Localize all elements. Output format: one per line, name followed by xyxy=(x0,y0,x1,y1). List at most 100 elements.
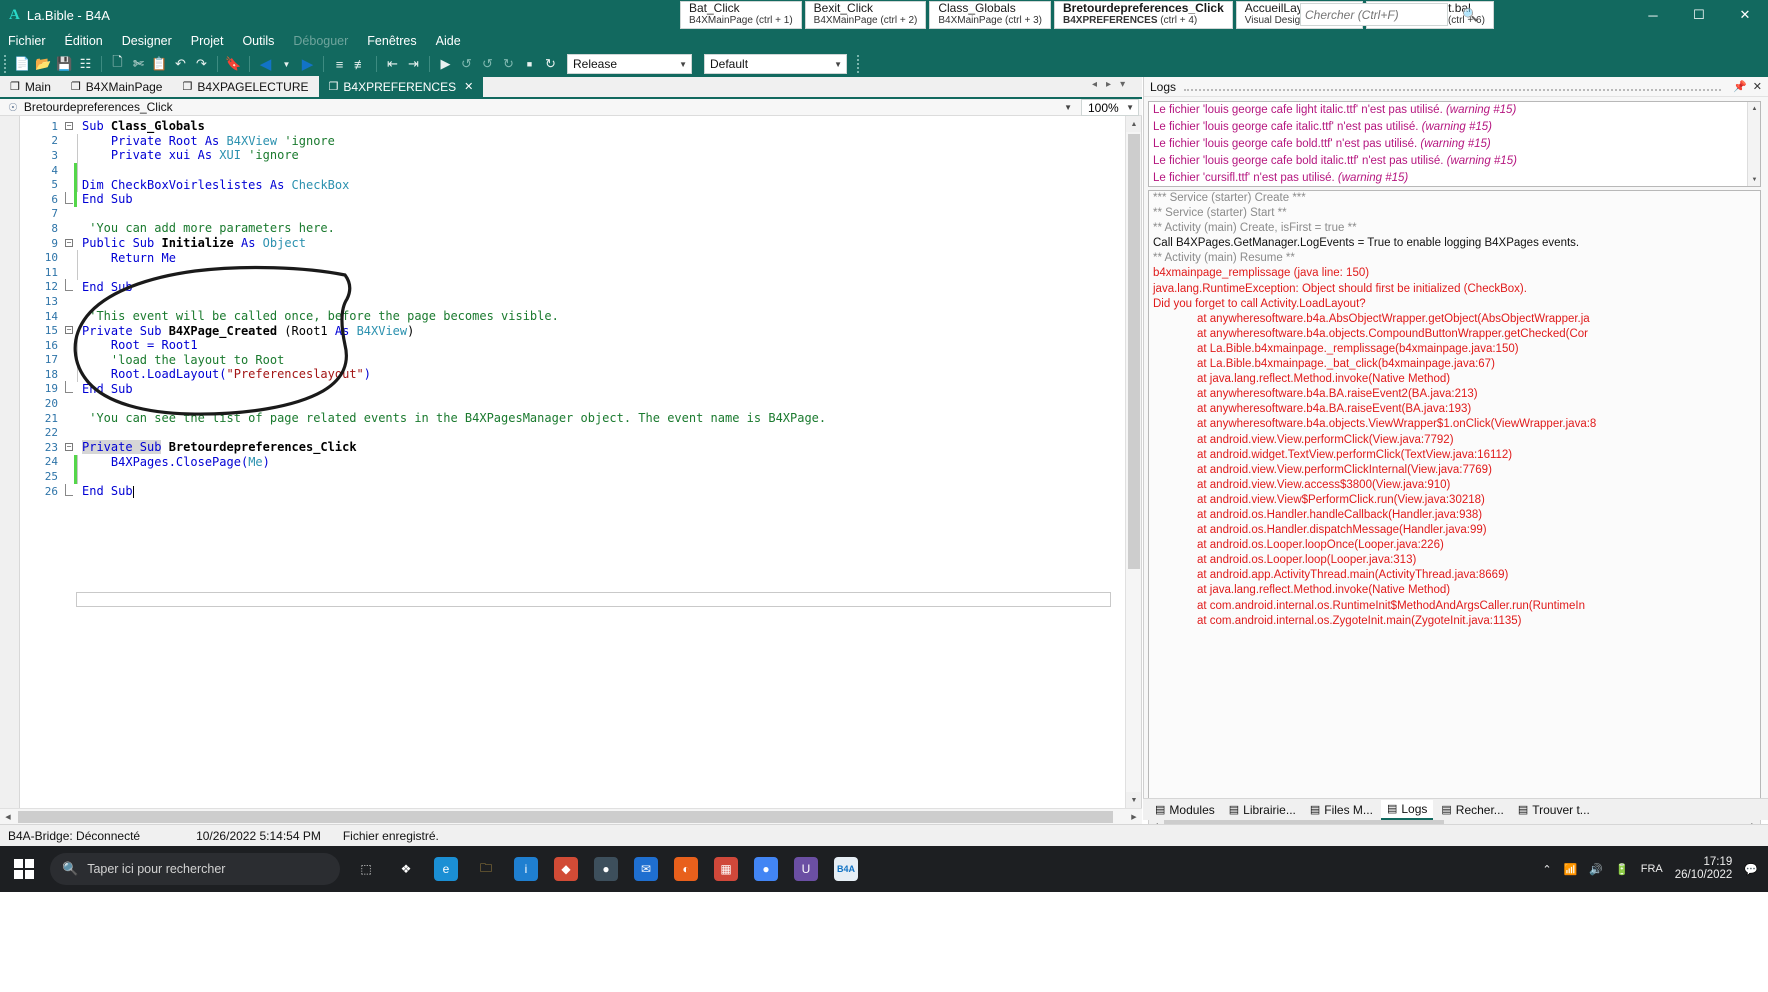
code-line[interactable]: 13 xyxy=(20,294,1111,309)
tray-chevron-icon[interactable]: ⌃ xyxy=(1542,863,1551,876)
toolbar-overflow[interactable] xyxy=(857,55,862,73)
code-line[interactable]: 4 xyxy=(20,163,1111,178)
save-icon[interactable]: 💾 xyxy=(55,54,74,74)
code-line[interactable]: 5 Dim CheckBoxVoirleslistes As CheckBox xyxy=(20,177,1111,192)
notification-icon[interactable]: 💬 xyxy=(1744,863,1758,876)
fold-collapse-icon[interactable]: − xyxy=(64,122,74,131)
code-lines[interactable]: 1−Sub Class_Globals2 Private Root As B4X… xyxy=(20,119,1111,808)
code-line[interactable]: 17 'load the layout to Root xyxy=(20,353,1111,368)
log-output-list[interactable]: *** Service (starter) Create ***** Servi… xyxy=(1148,190,1761,818)
code-line[interactable]: 24 B4XPages.ClosePage(Me) xyxy=(20,455,1111,470)
debug-step-out-icon[interactable]: ↻ xyxy=(499,54,518,74)
mail-icon[interactable]: ✉ xyxy=(626,846,666,892)
menu-item-outils[interactable]: Outils xyxy=(242,34,274,48)
info-app-icon[interactable]: i xyxy=(506,846,546,892)
log-row[interactable]: *** Service (starter) Create *** xyxy=(1149,191,1760,206)
battery-icon[interactable]: 🔋 xyxy=(1615,863,1629,876)
log-row[interactable]: at anywheresoftware.b4a.BA.raiseEvent2(B… xyxy=(1149,387,1760,402)
fold-collapse-icon[interactable]: − xyxy=(64,239,74,248)
cut-icon[interactable]: ✄ xyxy=(129,54,148,74)
warning-row[interactable]: Le fichier 'cursifl.ttf' n'est pas utili… xyxy=(1149,170,1760,187)
log-row[interactable]: at anywheresoftware.b4a.BA.raiseEvent(BA… xyxy=(1149,402,1760,417)
log-row[interactable]: b4xmainpage_remplissage (java line: 150) xyxy=(1149,266,1760,281)
log-row[interactable]: at anywheresoftware.b4a.AbsObjectWrapper… xyxy=(1149,312,1760,327)
log-row[interactable]: at android.os.Handler.handleCallback(Han… xyxy=(1149,508,1760,523)
scroll-right-icon[interactable]: ▶ xyxy=(1126,809,1142,825)
file-tab-b4xmainpage[interactable]: ❐B4XMainPage xyxy=(61,76,173,97)
fold-collapse-icon[interactable]: − xyxy=(64,326,74,335)
firefox-icon[interactable]: ◐ xyxy=(666,846,706,892)
back-arrow-icon[interactable]: ◀ xyxy=(256,54,275,74)
file-explorer-icon[interactable]: 🗀 xyxy=(466,846,506,892)
close-icon[interactable]: ✕ xyxy=(1753,80,1762,93)
start-button[interactable] xyxy=(0,846,48,892)
grid-app-icon[interactable]: ▦ xyxy=(706,846,746,892)
new-file-icon[interactable]: 📄 xyxy=(13,54,32,74)
log-row[interactable]: at anywheresoftware.b4a.objects.ViewWrap… xyxy=(1149,417,1760,432)
file-tab-b4xpreferences[interactable]: ❐B4XPREFERENCES✕ xyxy=(319,76,484,97)
code-line[interactable]: 14 'This event will be called once, befo… xyxy=(20,309,1111,324)
log-row[interactable]: at java.lang.reflect.Method.invoke(Nativ… xyxy=(1149,583,1760,598)
outdent-icon[interactable]: ⇤ xyxy=(383,54,402,74)
code-line[interactable]: 8 'You can add more parameters here. xyxy=(20,221,1111,236)
uncomment-block-icon[interactable]: ≢ xyxy=(351,54,370,74)
chevron-down-icon[interactable]: ▼ xyxy=(1126,103,1134,112)
file-tab-main[interactable]: ❐Main xyxy=(0,76,61,97)
scroll-thumb-h[interactable] xyxy=(18,811,1113,823)
warning-row[interactable]: Le fichier 'louis george cafe bold itali… xyxy=(1149,153,1760,170)
office-app-icon[interactable]: ◆ xyxy=(546,846,586,892)
close-tab-icon[interactable]: ✕ xyxy=(464,80,473,93)
code-line[interactable]: 18 Root.LoadLayout("Preferenceslayout") xyxy=(20,367,1111,382)
scroll-left-icon[interactable]: ◀ xyxy=(0,809,16,825)
debug-step-into-icon[interactable]: ↺ xyxy=(478,54,497,74)
chevron-down-icon[interactable]: ▼ xyxy=(834,60,842,69)
b4a-icon[interactable]: B4A xyxy=(826,846,866,892)
scroll-down-icon[interactable]: ▼ xyxy=(1126,792,1142,808)
code-line[interactable]: 2 Private Root As B4XView 'ignore xyxy=(20,134,1111,149)
code-line[interactable]: 12End Sub xyxy=(20,280,1111,295)
log-row[interactable]: at com.android.internal.os.ZygoteInit.ma… xyxy=(1149,614,1760,629)
chevron-down-icon[interactable]: ▼ xyxy=(679,60,687,69)
code-line[interactable]: 22 xyxy=(20,425,1111,440)
jump-tab-class_globals[interactable]: Class_GlobalsB4XMainPage (ctrl + 3) xyxy=(929,1,1051,29)
open-folder-icon[interactable]: 📂 xyxy=(34,54,53,74)
jump-tab-bexit_click[interactable]: Bexit_ClickB4XMainPage (ctrl + 2) xyxy=(805,1,927,29)
panel-drag-handle[interactable] xyxy=(1184,83,1721,91)
log-row[interactable]: Call B4XPages.GetManager.LogEvents = Tru… xyxy=(1149,236,1760,251)
tab-prev-icon[interactable]: ◂ xyxy=(1092,79,1097,90)
jump-tab-bat_click[interactable]: Bat_ClickB4XMainPage (ctrl + 1) xyxy=(680,1,802,29)
comment-block-icon[interactable]: ≡ xyxy=(330,54,349,74)
code-line[interactable]: 16 Root = Root1 xyxy=(20,338,1111,353)
log-row[interactable]: java.lang.RuntimeException: Object shoul… xyxy=(1149,282,1760,297)
scroll-down-icon[interactable]: ▼ xyxy=(1748,173,1761,186)
scroll-up-icon[interactable]: ▲ xyxy=(1126,116,1142,132)
log-row[interactable]: at android.view.View.performClickInterna… xyxy=(1149,463,1760,478)
warning-row[interactable]: Le fichier 'louis george cafe bold.ttf' … xyxy=(1149,136,1760,153)
toolbar-grip[interactable] xyxy=(4,55,9,73)
editor-vertical-scrollbar[interactable]: ▲ ▼ xyxy=(1125,116,1141,808)
method-dropdown-icon[interactable]: ▼ xyxy=(1064,103,1072,112)
bottom-tab-logs[interactable]: ▤Logs xyxy=(1381,800,1433,820)
code-line[interactable]: 21 'You can see the list of page related… xyxy=(20,411,1111,426)
run-icon[interactable]: ▶ xyxy=(436,54,455,74)
search-icon[interactable]: 🔍 xyxy=(1462,7,1478,23)
code-line[interactable]: 15−Private Sub B4XPage_Created (Root1 As… xyxy=(20,323,1111,338)
global-search[interactable]: 🔍 xyxy=(1300,3,1448,26)
code-line[interactable]: 9−Public Sub Initialize As Object xyxy=(20,236,1111,251)
bottom-tab-filesm[interactable]: ▤Files M... xyxy=(1304,801,1379,819)
language-indicator[interactable]: FRA xyxy=(1641,863,1663,875)
log-row[interactable]: at La.Bible.b4xmainpage._bat_click(b4xma… xyxy=(1149,357,1760,372)
chrome-icon[interactable]: ● xyxy=(746,846,786,892)
jump-tab-bretourdepreferences_click[interactable]: Bretourdepreferences_ClickB4XPREFERENCES… xyxy=(1054,1,1233,29)
log-row[interactable]: at android.os.Looper.loop(Looper.java:31… xyxy=(1149,553,1760,568)
minimize-button[interactable]: ─ xyxy=(1630,0,1676,30)
log-row[interactable]: at android.view.View.performClick(View.j… xyxy=(1149,433,1760,448)
log-row[interactable]: at android.os.Looper.loopOnce(Looper.jav… xyxy=(1149,538,1760,553)
code-line[interactable]: 6End Sub xyxy=(20,192,1111,207)
copy-icon[interactable]: 🗋 xyxy=(108,54,127,74)
menu-item-aide[interactable]: Aide xyxy=(436,34,461,48)
warning-row[interactable]: Le fichier 'louis george cafe italic.ttf… xyxy=(1149,119,1760,136)
fold-collapse-icon[interactable]: − xyxy=(64,443,74,452)
code-line[interactable]: 26End Sub xyxy=(20,484,1111,499)
redo-icon[interactable]: ↷ xyxy=(192,54,211,74)
